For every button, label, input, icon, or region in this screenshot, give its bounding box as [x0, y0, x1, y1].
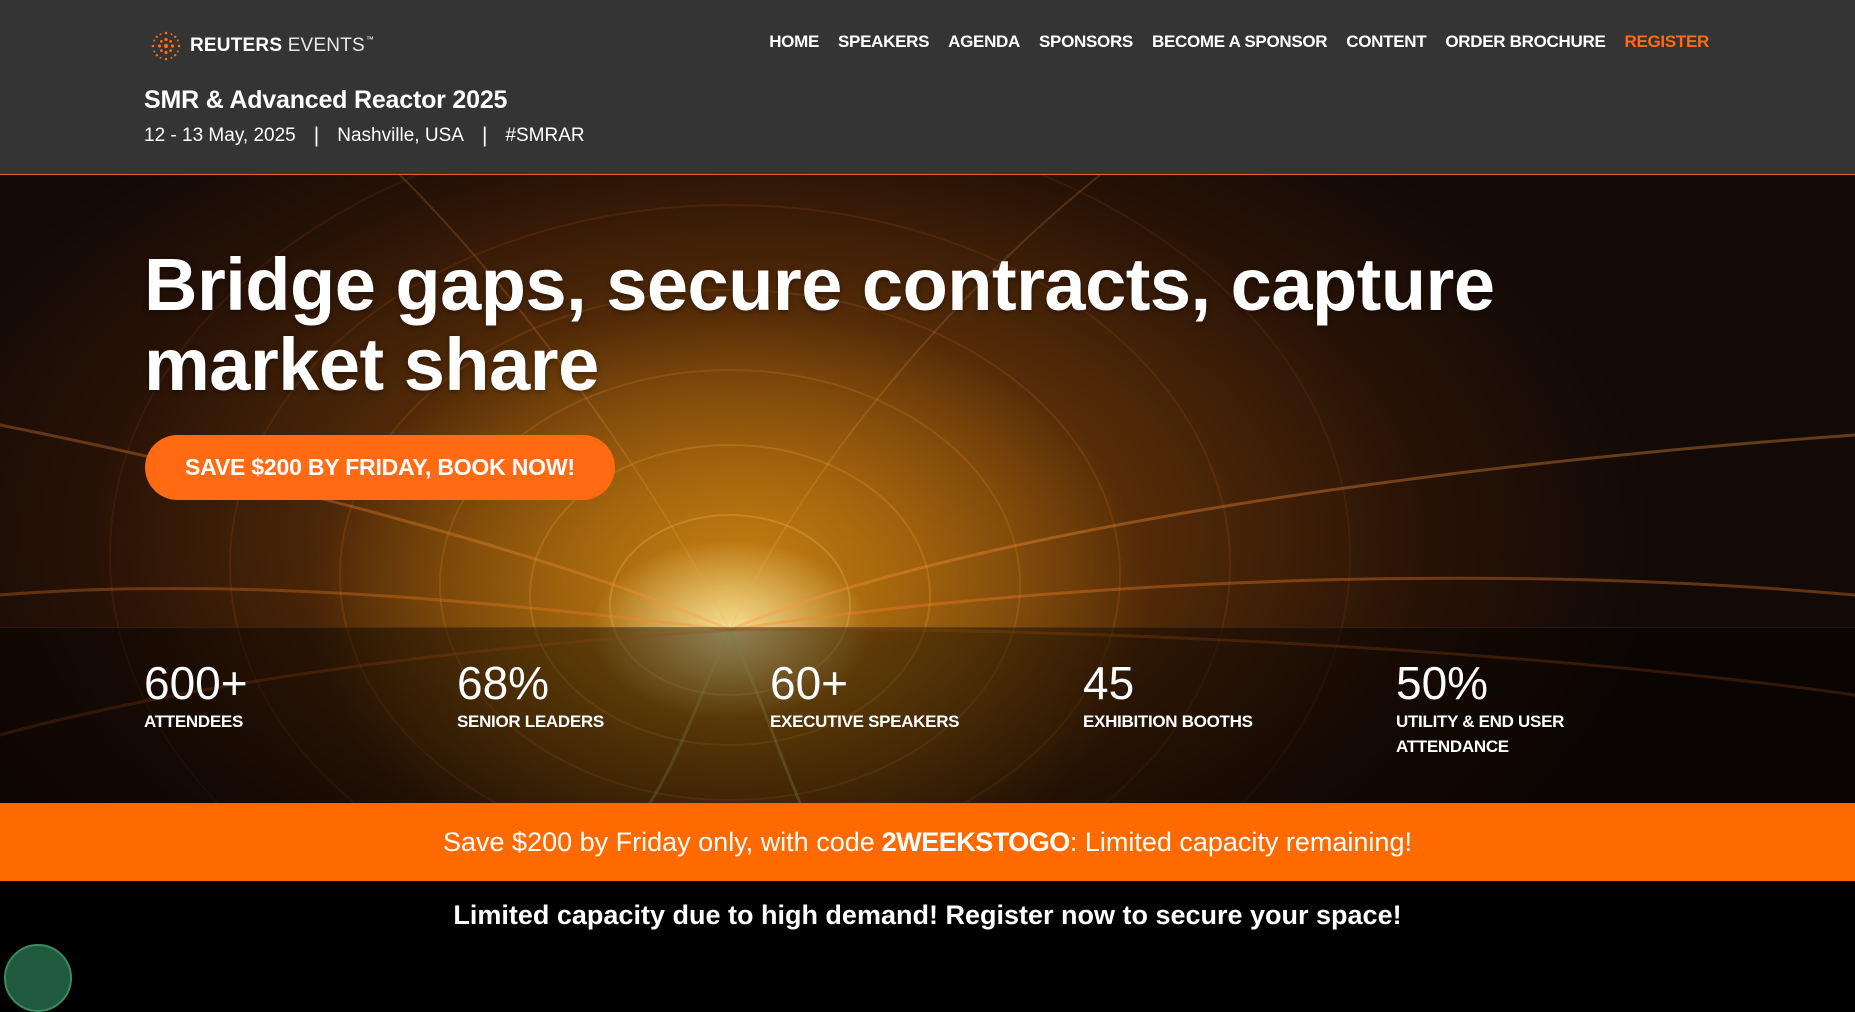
- stat-label: EXECUTIVE SPEAKERS: [770, 712, 960, 731]
- nav-speakers[interactable]: SPEAKERS: [838, 32, 929, 52]
- stat-label: ATTENDEES: [144, 712, 243, 731]
- stat-label-line-2: ATTENDANCE: [1396, 737, 1509, 756]
- nav-order-brochure[interactable]: ORDER BROCHURE: [1445, 32, 1605, 52]
- nav-become-a-sponsor[interactable]: BECOME A SPONSOR: [1152, 32, 1328, 52]
- headline-line-1: Bridge gaps, secure contracts, capture: [144, 243, 1495, 326]
- promo-text-suffix: : Limited capacity remaining!: [1069, 826, 1412, 857]
- event-meta: 12 - 13 May, 2025 | Nashville, USA | #SM…: [144, 124, 585, 148]
- meta-separator: |: [481, 124, 488, 147]
- nav-sponsors[interactable]: SPONSORS: [1039, 32, 1133, 52]
- promo-code: 2WEEKSTOGO: [881, 826, 1071, 857]
- stat-attendees: 600+ ATTENDEES: [144, 658, 374, 734]
- promo-code-banner: Save $200 by Friday only, with code 2WEE…: [0, 803, 1855, 881]
- reuters-events-logo[interactable]: REUTERS EVENTS™: [148, 28, 374, 64]
- stat-label: EXHIBITION BOOTHS: [1083, 712, 1253, 731]
- stat-executive-speakers: 60+ EXECUTIVE SPEAKERS: [770, 658, 1000, 734]
- stat-value: 60+: [770, 657, 849, 709]
- stat-utility-attendance: 50% UTILITY & END USER ATTENDANCE: [1396, 658, 1626, 759]
- event-hashtag: #SMRAR: [505, 125, 585, 146]
- nav-home[interactable]: HOME: [769, 32, 819, 52]
- stat-label: SENIOR LEADERS: [457, 712, 604, 731]
- headline-line-2: market share: [144, 323, 599, 406]
- event-title: SMR & Advanced Reactor 2025: [144, 86, 508, 114]
- stats-strip: 600+ ATTENDEES 68% SENIOR LEADERS 60+ EX…: [0, 627, 1855, 803]
- stat-senior-leaders: 68% SENIOR LEADERS: [457, 658, 687, 734]
- promo-text: Save $200 by Friday only, with code: [443, 826, 875, 857]
- nav-content[interactable]: CONTENT: [1346, 32, 1426, 52]
- event-location: Nashville, USA: [337, 125, 464, 146]
- book-now-button[interactable]: SAVE $200 BY FRIDAY, BOOK NOW!: [145, 435, 615, 500]
- reuters-dot-logo-icon: [151, 31, 181, 61]
- nav-agenda[interactable]: AGENDA: [948, 32, 1020, 52]
- nav-register[interactable]: REGISTER: [1624, 32, 1709, 52]
- site-header: REUTERS EVENTS™ HOME SPEAKERS AGENDA SPO…: [0, 0, 1855, 175]
- stat-value: 600+: [144, 657, 248, 709]
- meta-separator: |: [313, 124, 320, 147]
- capacity-text: Limited capacity due to high demand! Reg…: [453, 900, 1402, 930]
- hero-headline: Bridge gaps, secure contracts, capture m…: [144, 245, 1544, 405]
- main-nav: HOME SPEAKERS AGENDA SPONSORS BECOME A S…: [769, 32, 1709, 52]
- stat-value: 45: [1083, 657, 1135, 709]
- stat-value: 68%: [457, 657, 550, 709]
- event-dates: 12 - 13 May, 2025: [144, 125, 296, 146]
- capacity-notice: Limited capacity due to high demand! Reg…: [0, 881, 1855, 960]
- stat-label-line-1: UTILITY & END USER: [1396, 712, 1565, 731]
- logo-text: REUTERS EVENTS™: [190, 35, 375, 56]
- hero-banner: Bridge gaps, secure contracts, capture m…: [0, 175, 1855, 803]
- chat-bubble-icon[interactable]: [4, 944, 72, 1012]
- stat-value: 50%: [1396, 657, 1489, 709]
- stat-exhibition-booths: 45 EXHIBITION BOOTHS: [1083, 658, 1313, 734]
- stat-label: UTILITY & END USER ATTENDANCE: [1396, 709, 1626, 759]
